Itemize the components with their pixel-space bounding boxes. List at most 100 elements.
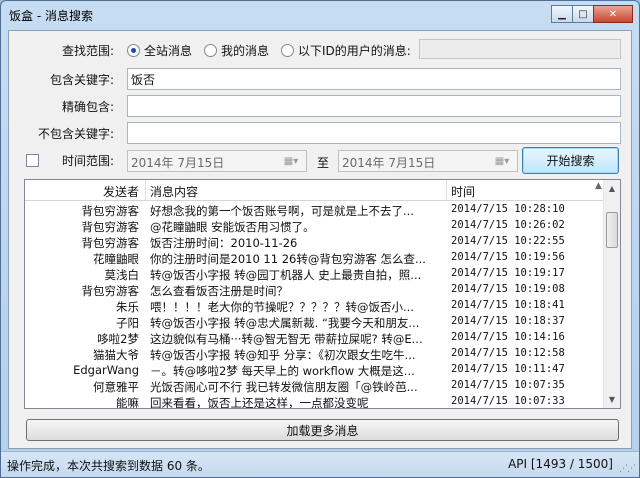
cell-sender: 背包穷游客 [81,220,140,234]
time-range-row: 时间范围: 2014年 7月15日 ▦▾ 至 2014年 7月15日 ▦▾ 开始… [9,147,631,175]
cell-time: 2014/7/15 10:14:16 [451,331,565,343]
cell-sender: 何意雅平 [93,380,139,394]
to-label: 至 [317,156,330,170]
include-row: 包含关键字: 饭否 [9,68,631,90]
table-row[interactable]: 何意雅平 光饭否闹心可不行 我已转发微信朋友圈「@铁岭芭... 2014/7/15 … [25,378,605,394]
scope-user-label: 以下ID的用户的消息: [298,44,411,58]
search-panel: 查找范围: 全站消息 我的消息 以下ID的用户的消息: 包含关键字: 饭否 精确… [8,30,632,449]
status-bar: 操作完成，本次共搜索到数据 60 条。 API [1493 / 1500] ⋰⋰ [1,451,639,477]
cell-sender: EdgarWang [73,363,139,377]
results-list[interactable]: 发送者 消息内容 时间 ▲ 背包穷游客 好想念我的第一个饭否账号啊，可是就是上不去… [24,179,621,409]
table-row[interactable]: 朱乐 喂！！！！老大你的节操呢？？？？？转@饭否小... 2014/7/15 10:… [25,298,605,314]
cell-content: －。转@哆啦2梦 每天早上的 workflow 大概是这... [150,364,415,378]
cell-sender: 背包穷游客 [81,284,140,298]
cell-content: 这边貌似有马桶···转@智无智无 带薪拉屎呢? 转@E... [150,332,423,346]
close-button[interactable]: ✕ [593,5,633,23]
status-message: 操作完成，本次共搜索到数据 60 条。 [7,459,210,473]
maximize-button[interactable]: □ [572,5,594,23]
cell-time: 2014/7/15 10:11:47 [451,363,565,375]
scope-mine-label: 我的消息 [221,44,270,58]
load-more-button[interactable]: 加载更多消息 [26,419,619,441]
scroll-thumb[interactable] [606,212,618,248]
cell-time: 2014/7/15 10:28:10 [451,203,565,215]
window-title: 饭盒 - 消息搜索 [9,9,93,23]
cell-content: 你的注册时间是2010 11 26转@背包穷游客 怎么查... [150,252,426,266]
time-range-label: 时间范围: [61,154,114,168]
start-search-button[interactable]: 开始搜索 [522,147,619,174]
results-rows: 背包穷游客 好想念我的第一个饭否账号啊，可是就是上不去了... 2014/7/15 … [25,202,605,409]
table-row[interactable]: EdgarWang －。转@哆啦2梦 每天早上的 workflow 大概是这...… [25,362,605,378]
include-keywords-input[interactable]: 饭否 [127,68,621,90]
resize-grip-icon[interactable]: ⋰⋰ [619,464,636,474]
column-content[interactable]: 消息内容 [150,183,198,201]
calendar-dropdown-icon[interactable]: ▦▾ [488,152,516,170]
main-window: 饭盒 - 消息搜索 ▁ □ ✕ 查找范围: 全站消息 我的消息 以下ID的用户的… [0,0,640,478]
date-from-picker[interactable]: 2014年 7月15日 ▦▾ [127,150,307,172]
scroll-down-arrow-icon[interactable]: ▼ [604,391,620,408]
window-controls: ▁ □ ✕ [551,5,633,23]
cell-content: 饭否注册时间：2010-11-26 [150,236,298,250]
radio-all[interactable] [127,44,140,57]
date-to-value: 2014年 7月15日 [342,156,436,170]
column-sender[interactable]: 发送者 [29,183,139,201]
cell-content: @花瞳鼬眼 安能饭否用习惯了。 [150,220,315,234]
table-row[interactable]: 背包穷游客 怎么查看饭否注册是时间？ 2014/7/15 10:19:08 [25,282,605,298]
cell-time: 2014/7/15 10:12:58 [451,347,565,359]
exclude-row: 不包含关键字: [9,122,631,144]
cell-time: 2014/7/15 10:18:37 [451,315,565,327]
scope-mine-option[interactable]: 我的消息 [204,42,269,59]
table-row[interactable]: 背包穷游客 饭否注册时间：2010-11-26 2014/7/15 10:22:55 [25,234,605,250]
cell-sender: 花瞳鼬眼 [93,252,139,266]
cell-sender: 猫猫大爷 [93,348,139,362]
minimize-button[interactable]: ▁ [551,5,573,23]
title-bar[interactable]: 饭盒 - 消息搜索 ▁ □ ✕ [1,1,639,29]
cell-content: 转@饭否小字报 转@园丁机器人 史上最贵自拍，照... [150,268,422,282]
scroll-up-arrow-icon[interactable]: ▲ [604,180,620,197]
table-row[interactable]: 猫猫大爷 转@饭否小字报 转@知乎 分享：《初次跟女生吃牛... 2014/7/15… [25,346,605,362]
table-row[interactable]: 花瞳鼬眼 你的注册时间是2010 11 26转@背包穷游客 怎么查... 2014/… [25,250,605,266]
include-label: 包含关键字: [49,73,114,87]
exclude-label: 不包含关键字: [37,127,114,141]
cell-time: 2014/7/15 10:19:56 [451,251,565,263]
sort-ascending-icon: ▲ [595,181,602,191]
table-row[interactable]: 莫浅白 转@饭否小字报 转@园丁机器人 史上最贵自拍，照... 2014/7/15 … [25,266,605,282]
table-row[interactable]: 哆啦2梦 这边貌似有马桶···转@智无智无 带薪拉屎呢? 转@E... 2014/7… [25,330,605,346]
date-to-picker[interactable]: 2014年 7月15日 ▦▾ [338,150,518,172]
cell-content: 光饭否闹心可不行 我已转发微信朋友圈「@铁岭芭... [150,380,418,394]
radio-mine[interactable] [204,44,217,57]
cell-content: 转@饭否小字报 转@忠犬属新裁. “我要今天和朋友... [150,316,420,330]
cell-time: 2014/7/15 10:22:55 [451,235,565,247]
scope-label: 查找范围: [61,44,114,58]
scope-row: 查找范围: 全站消息 我的消息 以下ID的用户的消息: [9,39,631,61]
exact-row: 精确包含: [9,95,631,117]
scope-all-option[interactable]: 全站消息 [127,42,192,59]
cell-sender: 朱乐 [116,300,139,314]
exclude-keywords-input[interactable] [127,122,621,144]
table-row[interactable]: 背包穷游客 @花瞳鼬眼 安能饭否用习惯了。 2014/7/15 10:26:02 [25,218,605,234]
column-divider[interactable] [145,180,146,200]
column-time[interactable]: 时间 [451,183,475,201]
table-row[interactable]: 背包穷游客 好想念我的第一个饭否账号啊，可是就是上不去了... 2014/7/15 … [25,202,605,218]
cell-time: 2014/7/15 10:07:33 [451,395,565,407]
radio-user[interactable] [281,44,294,57]
calendar-dropdown-icon[interactable]: ▦▾ [277,152,305,170]
scope-user-option[interactable]: 以下ID的用户的消息: [281,42,411,59]
vertical-scrollbar[interactable]: ▲ ▼ [603,180,620,408]
date-from-value: 2014年 7月15日 [131,156,225,170]
cell-sender: 子阳 [116,316,139,330]
cell-sender: 莫浅白 [104,268,140,282]
user-id-input[interactable] [419,39,621,59]
cell-time: 2014/7/15 10:07:35 [451,379,565,391]
cell-content: 回来看看，饭否上还是这样，一点都没变呢 [150,396,369,409]
cell-sender: 背包穷游客 [81,204,140,218]
cell-content: 怎么查看饭否注册是时间？ [150,284,288,298]
column-divider[interactable] [446,180,447,200]
cell-time: 2014/7/15 10:18:41 [451,299,565,311]
exact-include-input[interactable] [127,95,621,117]
cell-content: 好想念我的第一个饭否账号啊，可是就是上不去了... [150,204,414,218]
cell-content: 转@饭否小字报 转@知乎 分享：《初次跟女生吃牛... [150,348,416,362]
cell-time: 2014/7/15 10:26:02 [451,219,565,231]
table-row[interactable]: 能嘛 回来看看，饭否上还是这样，一点都没变呢 2014/7/15 10:07:33 [25,394,605,409]
table-row[interactable]: 子阳 转@饭否小字报 转@忠犬属新裁. “我要今天和朋友... 2014/7/15 … [25,314,605,330]
cell-time: 2014/7/15 10:19:08 [451,283,565,295]
